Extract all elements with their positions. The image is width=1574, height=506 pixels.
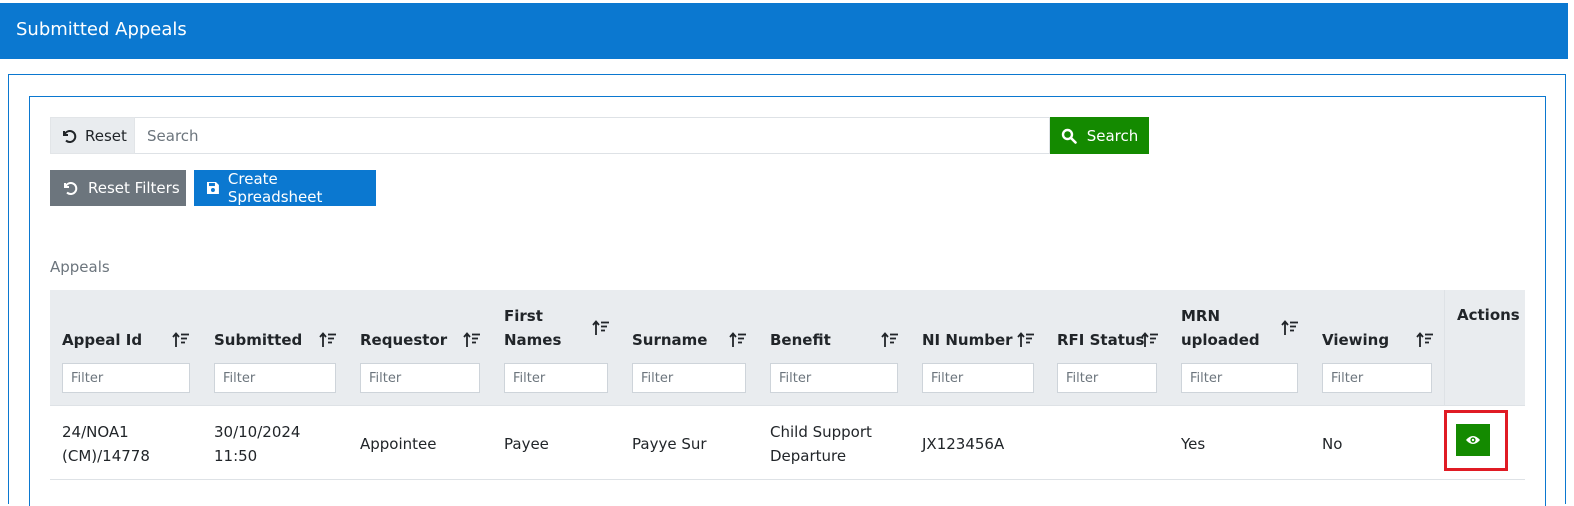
column-rfi-status: RFI Status <box>1057 290 1171 406</box>
search-button[interactable]: Search <box>1050 117 1149 154</box>
filter-rfi-status[interactable] <box>1057 363 1157 393</box>
cell-first-names: Payee <box>504 435 549 453</box>
cell-requestor: Appointee <box>360 435 437 453</box>
sort-icon[interactable] <box>881 332 899 348</box>
column-mrn-uploaded: MRN uploaded <box>1181 290 1311 406</box>
column-label[interactable]: Submitted <box>214 328 302 352</box>
filter-appeal-id[interactable] <box>62 363 190 393</box>
search-button-label: Search <box>1086 126 1139 145</box>
column-label[interactable]: Surname <box>632 328 707 352</box>
page-title: Submitted Appeals <box>16 19 187 40</box>
column-actions: Actions <box>1444 290 1525 406</box>
column-surname: Surname <box>632 290 760 406</box>
undo-icon <box>64 182 78 195</box>
column-label[interactable]: MRN uploaded <box>1181 304 1260 352</box>
column-submitted: Submitted <box>214 290 350 406</box>
create-spreadsheet-button[interactable]: Create Spreadsheet <box>194 170 376 206</box>
filter-first-names[interactable] <box>504 363 608 393</box>
sort-icon[interactable] <box>592 320 610 336</box>
column-label[interactable]: RFI Status <box>1057 328 1144 352</box>
table-header: Appeal Id Submitted Requestor FirstNames… <box>50 290 1525 406</box>
actions-label: Actions <box>1457 306 1520 324</box>
create-spreadsheet-label: Create Spreadsheet <box>227 170 323 206</box>
reset-button-label: Reset <box>85 126 127 145</box>
cell-surname: Payye Sur <box>632 435 707 453</box>
sort-icon[interactable] <box>463 332 481 348</box>
cell-submitted: 30/10/2024 11:50 <box>214 423 301 465</box>
cell-ni-number: JX123456A <box>922 435 1005 453</box>
column-viewing: Viewing <box>1322 290 1438 406</box>
column-label[interactable]: Benefit <box>770 328 831 352</box>
filter-ni-number[interactable] <box>922 363 1034 393</box>
magnifier-icon <box>1061 128 1077 144</box>
undo-icon <box>63 129 77 143</box>
cell-mrn-uploaded: Yes <box>1181 435 1206 453</box>
page-header: Submitted Appeals <box>0 3 1568 59</box>
column-label[interactable]: Viewing <box>1322 328 1389 352</box>
column-requestor: Requestor <box>360 290 494 406</box>
filter-submitted[interactable] <box>214 363 336 393</box>
column-label[interactable]: Appeal Id <box>62 328 142 352</box>
sort-icon[interactable] <box>729 332 747 348</box>
table-row: 24/NOA1 (CM)/14778 30/10/2024 11:50 Appoin… <box>50 406 1525 480</box>
reset-button[interactable]: Reset <box>50 117 135 154</box>
cell-benefit: Child Support Departure <box>770 423 872 465</box>
eye-icon <box>1466 436 1480 444</box>
filter-surname[interactable] <box>632 363 746 393</box>
appeals-section-label: Appeals <box>50 258 110 276</box>
column-appeal-id: Appeal Id <box>62 290 204 406</box>
cell-appeal-id: 24/NOA1 (CM)/14778 <box>62 423 150 465</box>
filter-mrn-uploaded[interactable] <box>1181 363 1298 393</box>
reset-filters-button[interactable]: Reset Filters <box>50 170 186 206</box>
view-button[interactable] <box>1456 424 1490 456</box>
sort-icon[interactable] <box>319 332 337 348</box>
search-input[interactable] <box>135 117 1050 154</box>
sort-icon[interactable] <box>1141 332 1159 348</box>
sort-icon[interactable] <box>1017 332 1035 348</box>
column-benefit: Benefit <box>770 290 912 406</box>
column-label[interactable]: Requestor <box>360 328 447 352</box>
column-ni-number: NI Number <box>922 290 1048 406</box>
sort-icon[interactable] <box>1281 320 1299 336</box>
filter-viewing[interactable] <box>1322 363 1432 393</box>
filter-benefit[interactable] <box>770 363 898 393</box>
floppy-disk-icon <box>206 182 219 194</box>
reset-filters-label: Reset Filters <box>88 179 180 197</box>
filter-requestor[interactable] <box>360 363 480 393</box>
sort-icon[interactable] <box>1416 332 1434 348</box>
cell-viewing: No <box>1322 435 1343 453</box>
column-label[interactable]: NI Number <box>922 328 1013 352</box>
column-label[interactable]: First Names <box>504 304 561 352</box>
view-highlight <box>1444 410 1508 471</box>
sort-icon[interactable] <box>172 332 190 348</box>
column-first-names: First Names <box>504 290 622 406</box>
